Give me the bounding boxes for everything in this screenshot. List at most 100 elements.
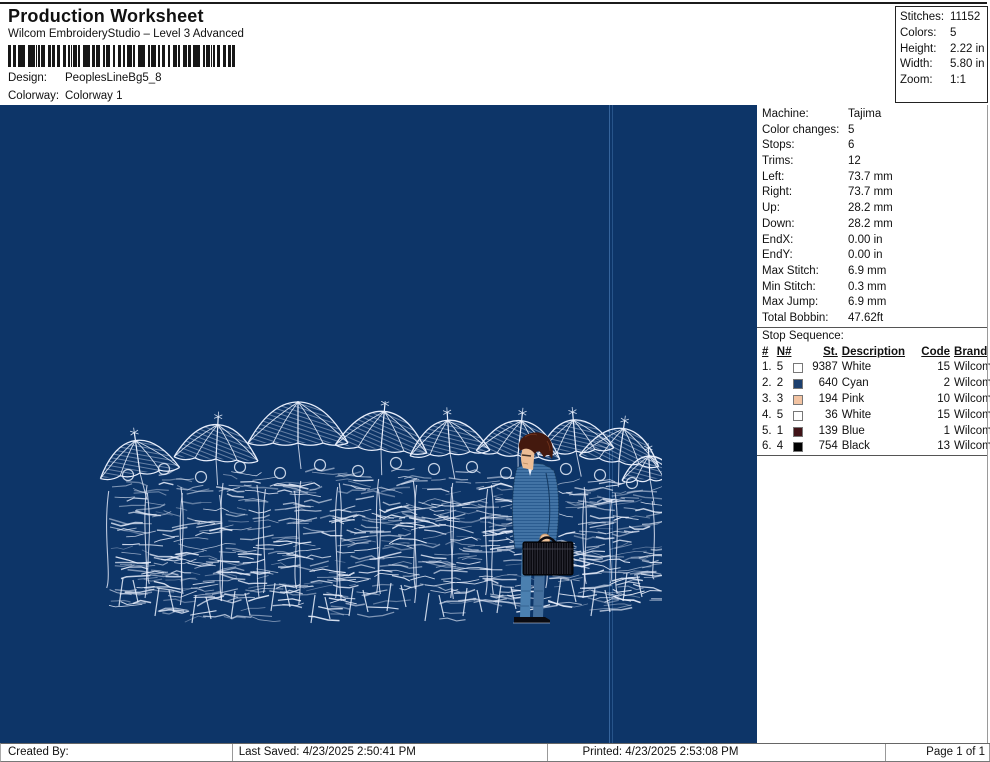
info-label: Total Bobbin:	[762, 311, 848, 327]
embroidery-canvas	[0, 105, 757, 743]
col-header-brand: Brand	[954, 345, 987, 361]
colorway-row: Colorway:Colorway 1	[8, 89, 123, 103]
man-shoe	[531, 617, 550, 623]
stats-row: Stitches:11152	[900, 10, 987, 26]
stop-sequence-row: 5.1139Blue1Wilcom	[757, 424, 987, 440]
machine-info-panel: Machine:Tajima Color changes:5 Stops:6 T…	[757, 105, 990, 743]
col-header-num: #	[762, 345, 777, 361]
stat-value: 5	[950, 26, 956, 42]
info-label: Machine:	[762, 107, 848, 123]
stat-value: 5.80 in	[950, 57, 985, 73]
info-label: Max Jump:	[762, 295, 848, 311]
info-row: Color changes:5	[757, 123, 990, 139]
info-label: Right:	[762, 185, 848, 201]
info-label: Left:	[762, 170, 848, 186]
stop-sequence-title: Stop Sequence:	[757, 328, 990, 345]
info-value: 6.9 mm	[848, 295, 886, 311]
info-label: EndX:	[762, 233, 848, 249]
stop-sequence-header: # N# St. Description Code Brand	[757, 345, 987, 361]
info-row: Stops:6	[757, 138, 990, 154]
app-subtitle: Wilcom EmbroideryStudio – Level 3 Advanc…	[8, 28, 244, 40]
machine-info-list: Machine:Tajima Color changes:5 Stops:6 T…	[757, 105, 990, 327]
info-value: 0.00 in	[848, 233, 883, 249]
thread-color-swatch	[793, 363, 803, 373]
panel-divider	[757, 455, 987, 456]
barcode-icon	[8, 45, 235, 67]
info-label: Min Stitch:	[762, 280, 848, 296]
design-label: Design:	[8, 71, 65, 85]
info-value: 5	[848, 123, 854, 139]
briefcase	[523, 542, 573, 575]
page-number-cell: Page 1 of 1	[886, 744, 990, 761]
info-value: 28.2 mm	[848, 201, 893, 217]
info-row: EndY:0.00 in	[757, 248, 990, 264]
info-label: Color changes:	[762, 123, 848, 139]
stats-row: Zoom:1:1	[900, 73, 987, 89]
thread-color-swatch	[793, 379, 803, 389]
stat-label: Width:	[900, 57, 950, 73]
panel-right-border	[987, 105, 988, 743]
info-row: Min Stitch:0.3 mm	[757, 280, 990, 296]
colorway-value: Colorway 1	[65, 90, 123, 102]
last-saved-cell: Last Saved: 4/23/2025 2:50:41 PM	[233, 744, 549, 761]
info-value: 47.62ft	[848, 311, 883, 327]
stats-row: Colors:5	[900, 26, 987, 42]
col-header-description: Description	[842, 345, 917, 361]
top-rule	[0, 2, 987, 4]
info-value: 0.00 in	[848, 248, 883, 264]
stop-sequence-table: # N# St. Description Code Brand 1.59387W…	[757, 345, 990, 456]
info-label: Max Stitch:	[762, 264, 848, 280]
stop-sequence-row: 1.59387White15Wilcom	[757, 360, 987, 376]
printed-cell: Printed: 4/23/2025 2:53:08 PM	[548, 744, 886, 761]
man-glasses	[522, 455, 531, 456]
design-stats-box: Stitches:11152 Colors:5 Height:2.22 in W…	[895, 6, 988, 103]
stat-value: 11152	[950, 10, 980, 26]
thread-color-swatch	[793, 411, 803, 421]
thread-color-swatch	[793, 427, 803, 437]
design-row: Design:PeoplesLineBg5_8	[8, 71, 162, 85]
stat-value: 1:1	[950, 73, 966, 89]
info-row: Left:73.7 mm	[757, 170, 990, 186]
crowd-with-umbrellas-embroidery-design	[98, 401, 662, 641]
stat-label: Height:	[900, 42, 950, 58]
info-label: Stops:	[762, 138, 848, 154]
info-value: 12	[848, 154, 861, 170]
info-row: Max Stitch:6.9 mm	[757, 264, 990, 280]
thread-color-swatch	[793, 395, 803, 405]
info-label: Down:	[762, 217, 848, 233]
info-row: Right:73.7 mm	[757, 185, 990, 201]
info-label: EndY:	[762, 248, 848, 264]
thread-color-swatch	[793, 442, 803, 452]
info-value: 28.2 mm	[848, 217, 893, 233]
info-value: 0.3 mm	[848, 280, 886, 296]
info-value: 73.7 mm	[848, 185, 893, 201]
footer-bar: Created By: Last Saved: 4/23/2025 2:50:4…	[0, 743, 990, 762]
info-value: 6.9 mm	[848, 264, 886, 280]
stats-row: Height:2.22 in	[900, 42, 987, 58]
info-row: EndX:0.00 in	[757, 233, 990, 249]
info-value: 6	[848, 138, 854, 154]
stat-value: 2.22 in	[950, 42, 985, 58]
stop-sequence-row: 4.536White15Wilcom	[757, 408, 987, 424]
col-header-n: N#	[777, 345, 793, 361]
info-row: Down:28.2 mm	[757, 217, 990, 233]
info-label: Up:	[762, 201, 848, 217]
info-value: Tajima	[848, 107, 881, 123]
stat-label: Colors:	[900, 26, 950, 42]
info-row: Up:28.2 mm	[757, 201, 990, 217]
production-worksheet-page: Production Worksheet Wilcom EmbroiderySt…	[0, 0, 990, 762]
design-value: PeoplesLineBg5_8	[65, 72, 162, 84]
white-stitch-crowd	[98, 401, 662, 623]
col-header-code: Code	[917, 345, 950, 361]
info-row: Max Jump:6.9 mm	[757, 295, 990, 311]
stat-label: Stitches:	[900, 10, 950, 26]
stat-label: Zoom:	[900, 73, 950, 89]
page-title: Production Worksheet	[8, 6, 204, 27]
created-by-cell: Created By:	[1, 744, 233, 761]
info-row: Trims:12	[757, 154, 990, 170]
stats-row: Width:5.80 in	[900, 57, 987, 73]
info-row: Machine:Tajima	[757, 107, 990, 123]
stop-sequence-row: 3.3194Pink10Wilcom	[757, 392, 987, 408]
info-row: Total Bobbin:47.62ft	[757, 311, 990, 327]
stop-sequence-row: 6.4754Black13Wilcom	[757, 439, 987, 455]
